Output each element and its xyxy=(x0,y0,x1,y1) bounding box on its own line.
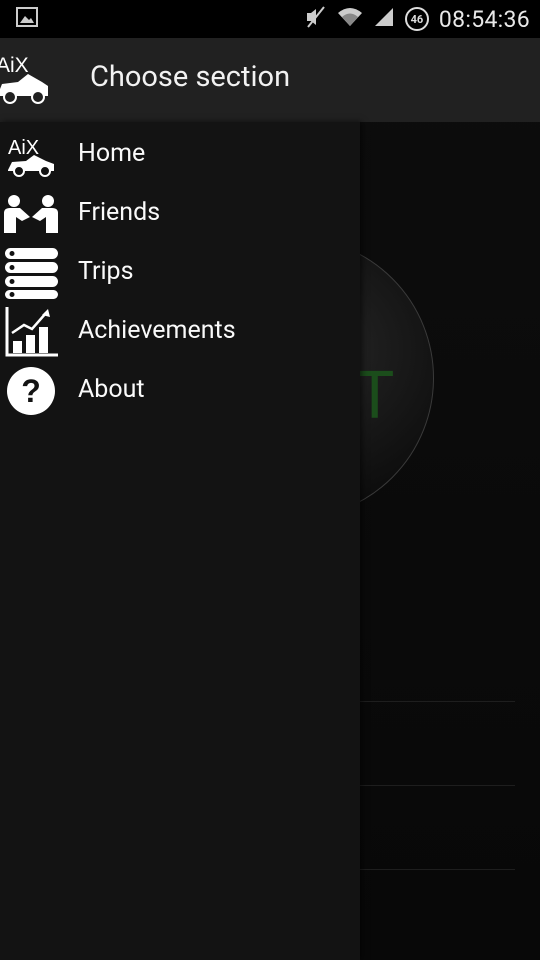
handshake-icon xyxy=(0,185,62,240)
chart-icon xyxy=(0,303,62,358)
drawer-item-label: Trips xyxy=(78,257,134,286)
network-badge: 46 xyxy=(404,7,429,31)
drawer-item-achievements[interactable]: Achievements xyxy=(0,301,360,360)
logo-text: AiX xyxy=(0,54,29,77)
page-title: Choose section xyxy=(90,60,291,94)
drawer-item-label: Friends xyxy=(78,198,161,227)
drawer-item-about[interactable]: ? About xyxy=(0,360,360,419)
app-logo-icon[interactable]: AiX xyxy=(0,52,54,108)
svg-text:?: ? xyxy=(21,373,41,409)
car-logo-icon: AiX xyxy=(0,126,62,181)
drawer-item-label: About xyxy=(78,375,145,404)
drawer-item-label: Achievements xyxy=(78,316,236,345)
action-bar: AiX Choose section xyxy=(0,38,540,122)
mute-icon xyxy=(305,5,327,33)
drawer-item-label: Home xyxy=(78,139,146,168)
wifi-icon xyxy=(337,6,363,32)
disc-letter: T xyxy=(355,358,395,435)
drawer-item-friends[interactable]: Friends xyxy=(0,183,360,242)
drawer-item-trips[interactable]: Trips xyxy=(0,242,360,301)
list-icon xyxy=(0,244,62,299)
question-icon: ? xyxy=(0,362,62,417)
clock: 08:54:36 xyxy=(438,5,530,33)
drawer-item-home[interactable]: AiX Home xyxy=(0,124,360,183)
gallery-notification-icon xyxy=(16,7,38,31)
signal-icon xyxy=(373,6,395,32)
navigation-drawer: AiX Home Friends Trips Achievements ? Ab… xyxy=(0,122,360,960)
status-bar: 46 08:54:36 xyxy=(0,0,540,38)
